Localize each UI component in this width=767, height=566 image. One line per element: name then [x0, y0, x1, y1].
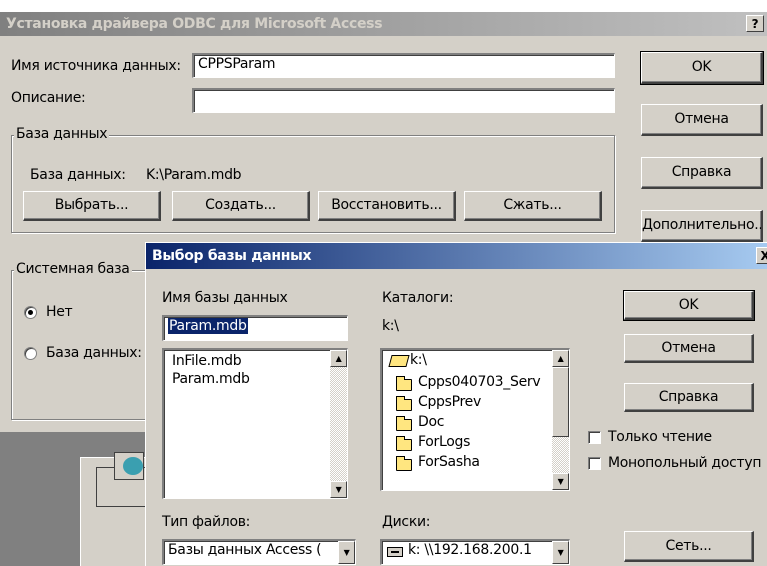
odbc-help-title-button[interactable]: ? — [746, 15, 764, 32]
database-group-title: База данных — [14, 126, 110, 142]
database-label: База данных: — [30, 167, 126, 183]
radio-database-label: База данных: — [46, 345, 142, 361]
open-folder-icon — [388, 355, 410, 367]
file-list[interactable]: InFile.mdb Param.mdb ▲ ▼ — [162, 348, 348, 499]
description-label: Описание: — [11, 90, 86, 106]
directory-item[interactable]: CppsPrev — [418, 394, 481, 410]
picker-close-button[interactable]: X — [756, 247, 767, 264]
db-name-selected-text: Param.mdb — [168, 318, 248, 334]
file-list-scrollbar[interactable]: ▲ ▼ — [330, 350, 347, 498]
exclusive-label: Монопольный доступ — [608, 455, 762, 471]
odbc-ok-button[interactable]: OK — [640, 51, 764, 85]
exclusive-checkbox[interactable] — [588, 457, 601, 470]
directories-label: Каталоги: — [382, 290, 454, 306]
odbc-cancel-button[interactable]: Отмена — [641, 104, 763, 136]
network-button[interactable]: Сеть... — [624, 531, 754, 562]
drives-dropdown-icon[interactable]: ▼ — [552, 541, 569, 564]
network-drive-icon — [387, 547, 403, 557]
odbc-title: Установка драйвера ODBC для Microsoft Ac… — [6, 16, 383, 32]
system-db-group-title: Системная база — [14, 261, 132, 277]
drives-value: k: \\192.168.200.1 — [408, 542, 532, 558]
database-path: K:\Param.mdb — [146, 167, 242, 183]
radio-none-label: Нет — [46, 304, 73, 320]
description-input[interactable] — [192, 88, 615, 113]
folder-icon — [396, 416, 412, 431]
folder-icon — [396, 396, 412, 411]
drives-label: Диски: — [382, 514, 431, 530]
picker-ok-button[interactable]: OK — [623, 290, 755, 321]
directory-item[interactable]: Cpps040703_Serv — [418, 374, 541, 390]
db-name-label: Имя базы данных — [162, 290, 288, 306]
select-database-dialog: Выбор базы данных X Имя базы данных Para… — [145, 242, 767, 566]
picker-cancel-button[interactable]: Отмена — [624, 334, 754, 363]
file-item[interactable]: InFile.mdb — [172, 353, 242, 369]
radio-database[interactable] — [24, 347, 37, 360]
background-icon — [114, 452, 144, 480]
radio-none[interactable] — [24, 306, 37, 319]
dsn-label: Имя источника данных: — [11, 58, 181, 74]
compact-button[interactable]: Сжать... — [464, 191, 602, 221]
scroll-down-arrow-icon[interactable]: ▼ — [330, 481, 347, 498]
directory-list-scrollbar[interactable]: ▲ ▼ — [552, 350, 569, 490]
restore-button[interactable]: Восстановить... — [318, 191, 456, 221]
directory-item[interactable]: ForLogs — [418, 434, 470, 450]
directories-path: k:\ — [382, 318, 399, 334]
advanced-button[interactable]: Дополнительно... — [641, 210, 763, 242]
scroll-up-arrow-icon[interactable]: ▲ — [330, 350, 347, 367]
directory-list[interactable]: k:\ Cpps040703_Serv CppsPrev Doc ForLogs… — [380, 348, 570, 491]
picker-help-button[interactable]: Справка — [624, 383, 754, 412]
directory-item[interactable]: Doc — [418, 414, 444, 430]
file-type-label: Тип файлов: — [162, 514, 251, 530]
odbc-help-button[interactable]: Справка — [641, 157, 763, 189]
folder-icon — [396, 436, 412, 451]
folder-icon — [396, 376, 412, 391]
scrollbar-thumb[interactable] — [552, 367, 569, 437]
readonly-checkbox[interactable] — [588, 431, 601, 444]
scroll-up-arrow-icon[interactable]: ▲ — [552, 350, 569, 367]
file-type-value: Базы данных Access ( — [168, 542, 322, 558]
directory-item[interactable]: k:\ — [410, 352, 427, 368]
drives-combo[interactable]: k: \\192.168.200.1 ▼ — [380, 539, 570, 565]
file-type-dropdown-icon[interactable]: ▼ — [338, 541, 355, 564]
picker-title-bar: Выбор базы данных — [146, 243, 767, 269]
file-item[interactable]: Param.mdb — [172, 371, 250, 387]
create-button[interactable]: Создать... — [172, 191, 310, 221]
select-button[interactable]: Выбрать... — [23, 191, 161, 221]
folder-icon — [396, 456, 412, 471]
dsn-input[interactable]: CPPSParam — [192, 53, 615, 78]
odbc-title-bar: Установка драйвера ODBC для Microsoft Ac… — [0, 12, 767, 36]
scroll-down-arrow-icon[interactable]: ▼ — [552, 473, 569, 490]
picker-title: Выбор базы данных — [152, 248, 312, 264]
directory-item[interactable]: ForSasha — [418, 454, 480, 470]
db-name-input[interactable]: Param.mdb — [162, 315, 348, 341]
file-type-combo[interactable]: Базы данных Access ( ▼ — [162, 539, 356, 565]
readonly-label: Только чтение — [608, 429, 712, 445]
